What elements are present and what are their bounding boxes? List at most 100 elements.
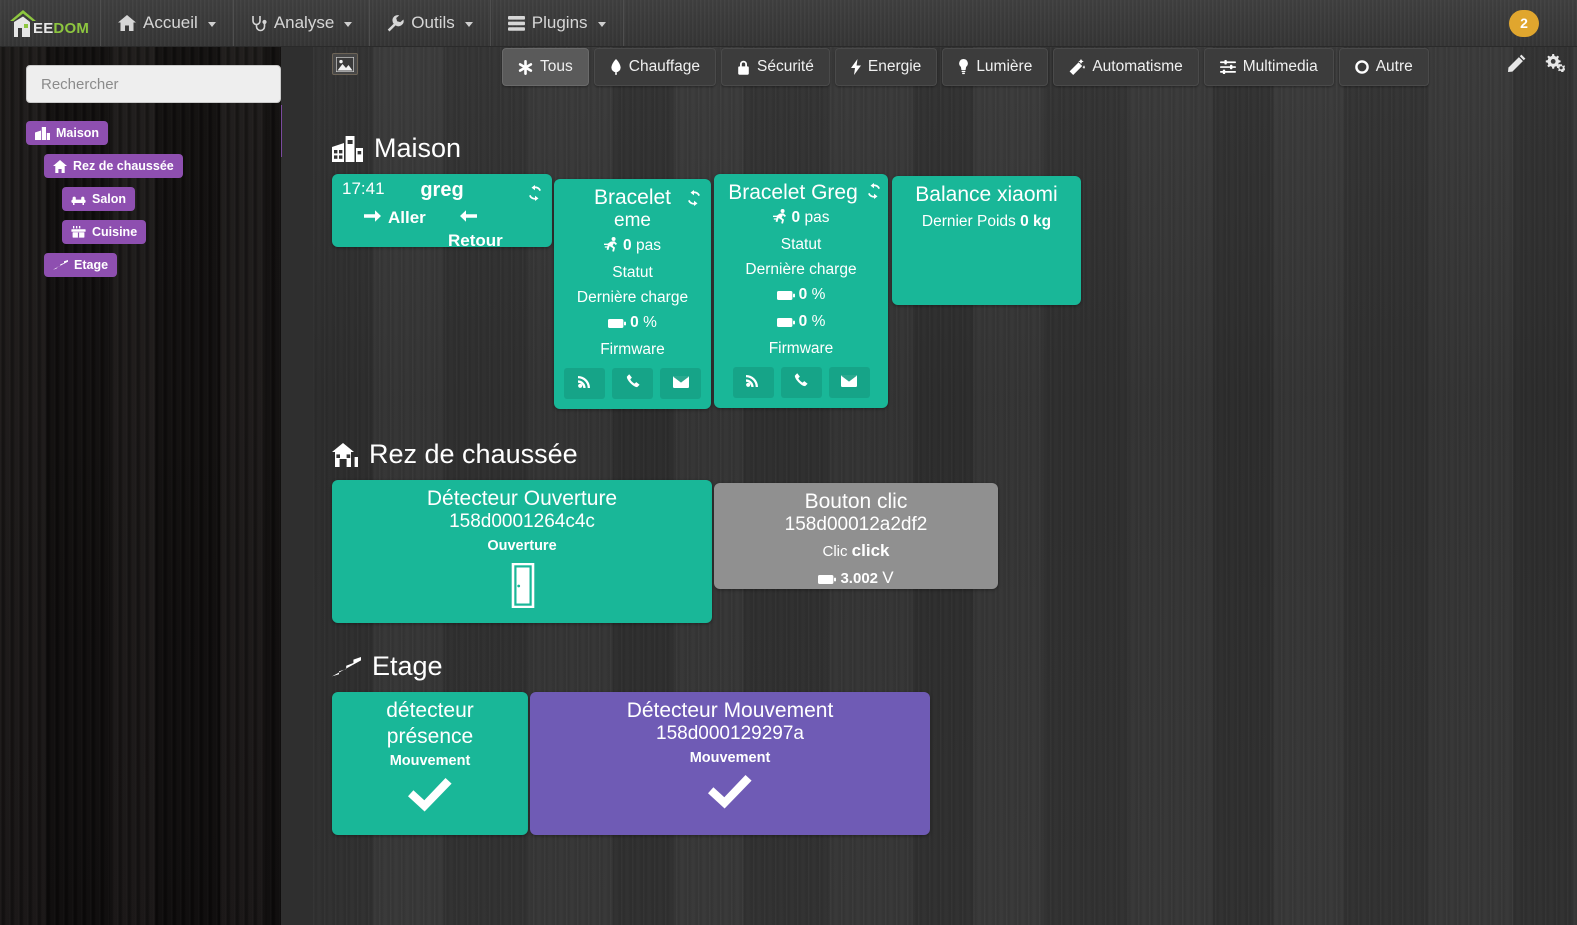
bracelet-greg-battery-1-value: 0 [798,286,808,304]
home-icon [332,442,358,467]
section-rez-cards: Détecteur Ouverture 158d0001264c4c Ouver… [332,480,1577,624]
couch-icon [71,194,86,205]
mouvement-title: Détecteur Mouvement [626,699,834,723]
home-icon [53,159,67,173]
refresh-icon[interactable] [686,190,702,211]
sidebar-item-salon[interactable]: Salon [62,187,136,211]
greg-aller-button[interactable]: Aller [364,208,426,228]
user-notification-badge[interactable]: 2 [1509,9,1539,37]
section-maison: Maison 17:41 greg Aller Retour Bracelet … [313,133,1577,410]
refresh-icon[interactable] [866,183,882,204]
mouvement-state-icon-wrap [530,774,930,814]
bracelet-eme-steps-unit: pas [635,236,661,254]
sidebar-item-rez-de-chaussee[interactable]: Rez de chaussée [44,154,183,178]
rss-icon [746,373,760,392]
section-rez-title: Rez de chaussée [332,439,1577,470]
widget-bracelet-eme[interactable]: Bracelet eme 0 pas Statut Dernière charg… [554,179,711,410]
tab-lumiere[interactable]: Lumière [942,48,1049,86]
bracelet-greg-firmware: Firmware [768,340,834,358]
widget-detecteur-mouvement[interactable]: Détecteur Mouvement 158d000129297a Mouve… [530,692,930,836]
balance-weight-unit: kg [1033,212,1052,230]
phone-icon [794,373,808,392]
search-input[interactable] [26,65,281,103]
lock-icon [737,60,750,75]
chevron-down-icon [344,21,353,27]
ouverture-state-icon-wrap [332,562,712,613]
tab-automatisme[interactable]: Automatisme [1053,48,1199,86]
sidebar-item-etage[interactable]: Etage [44,253,118,277]
widget-balance-xiaomi[interactable]: Balance xiaomi Dernier Poids 0 kg [892,176,1081,305]
tab-multimedia[interactable]: Multimedia [1203,48,1334,86]
widget-greg[interactable]: 17:41 greg Aller Retour [332,174,552,250]
nav-item-analyse[interactable]: Analyse [234,0,369,46]
bouton-id: 158d00012a2df2 [784,513,928,535]
nav-item-accueil[interactable]: Accueil [101,0,233,46]
widget-detecteur-ouverture[interactable]: Détecteur Ouverture 158d0001264c4c Ouver… [332,480,712,624]
ouverture-title: Détecteur Ouverture [426,487,618,511]
greg-retour-label[interactable]: Retour [448,231,503,251]
bracelet-eme-subtitle: eme [614,209,651,231]
battery-icon [818,569,837,593]
greg-aller-label: Aller [388,208,426,227]
widget-bracelet-greg[interactable]: Bracelet Greg 0 pas Statut Dernière char… [714,174,888,409]
balance-weight: Dernier Poids 0 kg [892,209,1081,234]
tab-automatisme-label: Automatisme [1092,58,1183,75]
nav-item-analyse-label: Analyse [273,13,335,32]
door-open-icon [506,562,539,613]
rss-button[interactable] [732,367,774,399]
circle-icon [1354,60,1369,74]
mouvement-id: 158d000129297a [656,722,804,744]
bouton-title: Bouton clic [804,490,908,514]
email-button[interactable] [828,367,870,399]
nav-item-outils[interactable]: Outils [370,0,489,46]
envelope-icon [672,375,689,393]
tab-chauffage-label: Chauffage [628,58,700,75]
arrow-left-icon[interactable] [460,209,477,228]
content-action-icons [1508,54,1565,77]
tab-chauffage[interactable]: Chauffage [593,48,716,86]
pencil-icon[interactable] [1508,54,1526,77]
phone-button[interactable] [780,367,822,399]
asterisk-icon [518,59,533,75]
tab-tous[interactable]: Tous [502,48,589,86]
gears-icon[interactable] [1545,54,1565,77]
broken-image-icon [332,53,358,75]
sidebar-item-maison-label: Maison [56,126,100,140]
wrench-icon [387,14,404,32]
tab-securite[interactable]: Sécurité [721,48,830,86]
mouvement-state-label: Mouvement [689,749,771,766]
widget-bouton-clic[interactable]: Bouton clic 158d00012a2df2 Clic click 3.… [714,483,998,590]
brand-logo-text: EEDOM [33,21,89,36]
section-etage: Etage détecteur présence Mouvement Détec… [313,651,1577,836]
nav-item-plugins[interactable]: Plugins [491,0,623,46]
nav-item-outils-label: Outils [411,13,455,32]
bracelet-greg-battery-1-unit: % [811,286,826,304]
tab-energie[interactable]: Energie [834,48,938,86]
bracelet-eme-statut: Statut [612,263,653,281]
refresh-icon[interactable] [527,185,543,206]
section-maison-cards: 17:41 greg Aller Retour Bracelet eme 0 p… [332,174,1577,410]
tree-row: Salon [62,187,255,220]
sidebar-item-cuisine[interactable]: Cuisine [62,220,147,244]
sliders-icon [1219,60,1236,74]
greg-name: greg [420,179,464,201]
bracelet-eme-actions [554,362,711,409]
bracelet-greg-steps: 0 pas [714,205,888,232]
running-icon [772,207,788,232]
presence-subtitle: présence [386,724,474,748]
nav-item-accueil-label: Accueil [143,13,198,32]
email-button[interactable] [660,368,701,400]
balance-weight-label: Dernier Poids [921,212,1016,230]
ouverture-state-label: Ouverture [487,537,557,554]
tree-row: Cuisine [62,220,255,253]
sidebar-item-maison[interactable]: Maison [26,121,109,145]
tab-energie-label: Energie [867,58,922,75]
brand-logo[interactable]: EEDOM [0,0,100,47]
rss-button[interactable] [564,368,605,400]
widget-detecteur-presence[interactable]: détecteur présence Mouvement [332,692,528,836]
tab-autre[interactable]: Autre [1338,48,1429,86]
phone-button[interactable] [612,368,653,400]
bouton-clic: Clic click [714,537,998,565]
bracelet-eme-battery-value: 0 [630,313,639,331]
server-icon [507,15,525,31]
